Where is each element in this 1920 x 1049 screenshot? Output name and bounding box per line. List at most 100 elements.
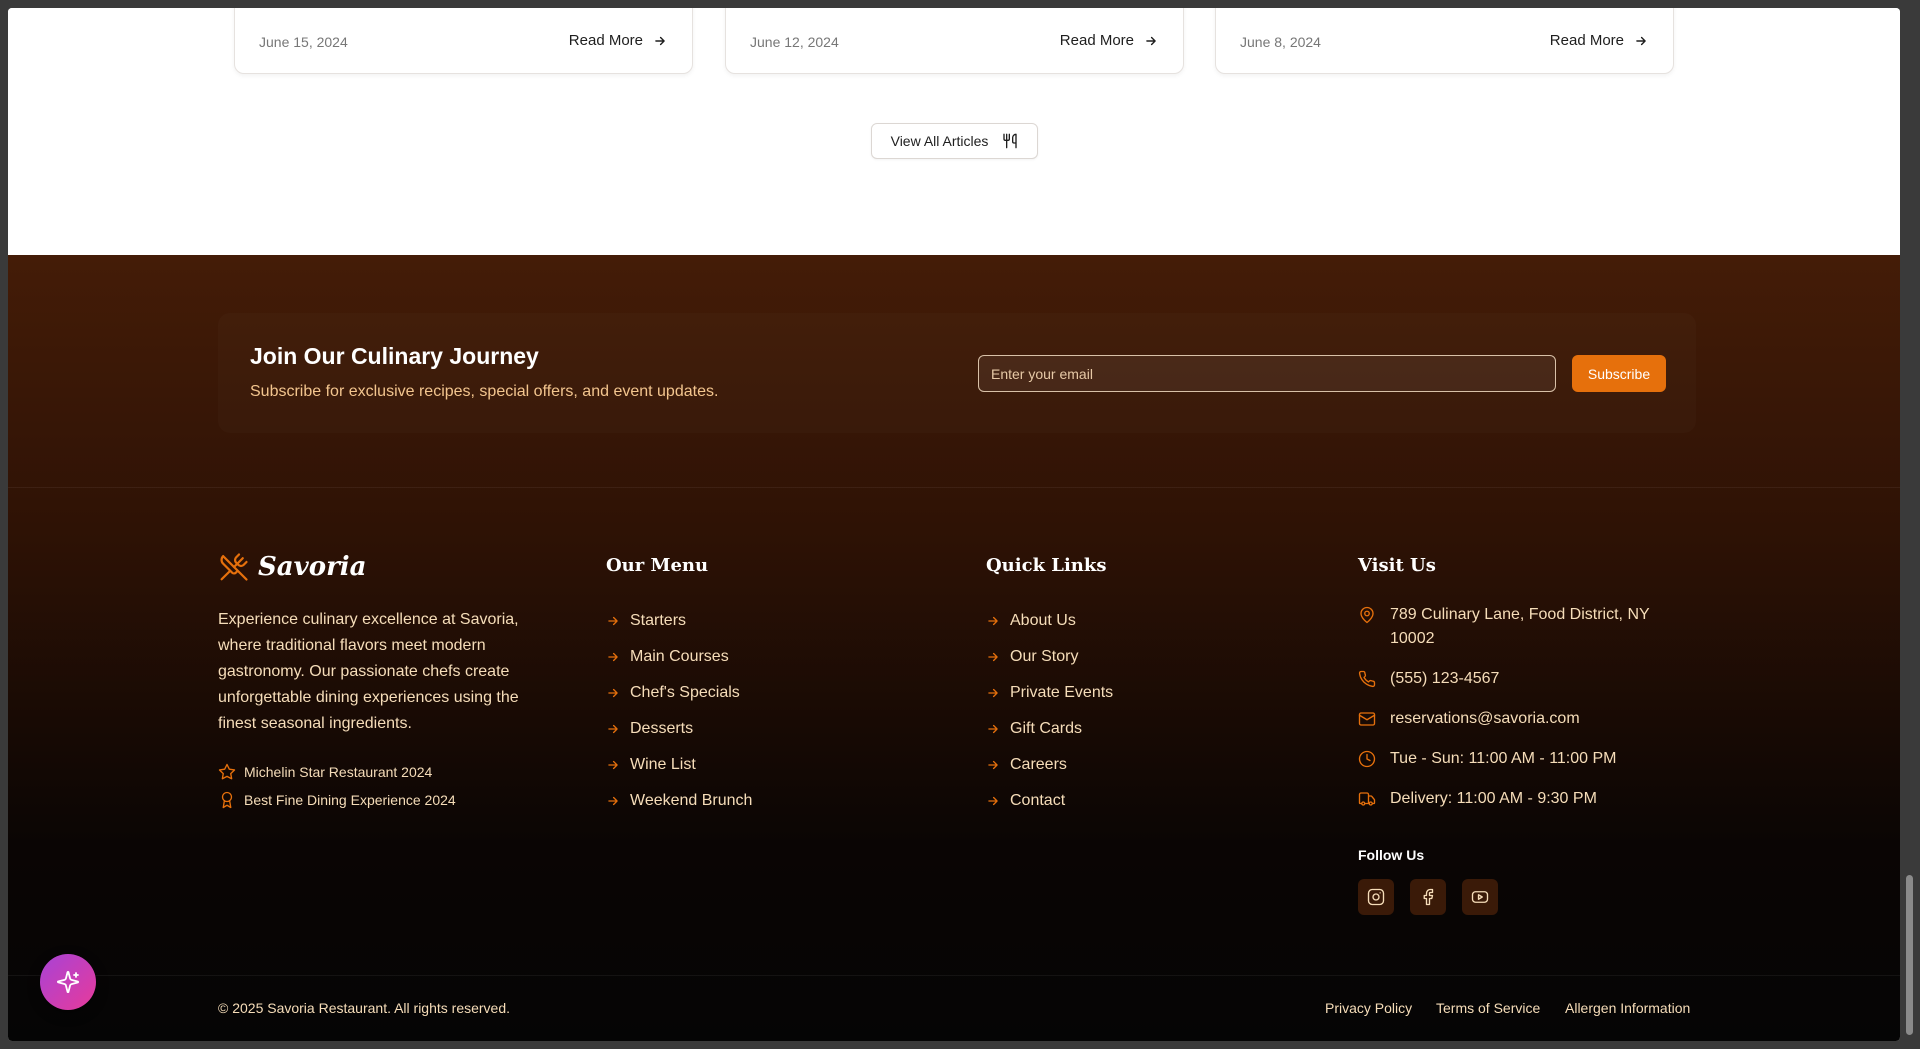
visit-column-title: Visit Us [1358,555,1436,576]
arrow-right-icon [608,796,618,806]
read-more-label: Read More [568,32,643,49]
privacy-policy-link[interactable]: Privacy Policy [1325,1000,1412,1016]
article-date: June 8, 2024 [1240,34,1321,50]
allergen-information-link[interactable]: Allergen Information [1565,1000,1690,1016]
award-item: Michelin Star Restaurant 2024 [218,763,432,781]
contact-hours: Tue - Sun: 11:00 AM - 11:00 PM [1358,747,1668,771]
mail-icon [1358,712,1376,726]
footer-logo[interactable]: Savoria [218,552,367,582]
article-date: June 15, 2024 [259,34,348,50]
instagram-button[interactable] [1358,879,1394,915]
arrow-right-icon [988,760,998,770]
article-date: June 12, 2024 [750,34,839,50]
arrow-right-icon [1146,36,1156,45]
read-more-link[interactable]: Read More [569,32,667,49]
arrow-right-icon [988,616,998,626]
hours-text: Tue - Sun: 11:00 AM - 11:00 PM [1390,750,1617,767]
link-label: Careers [1010,756,1067,773]
brand-description: Experience culinary excellence at Savori… [218,611,519,732]
phone-icon [1358,670,1376,688]
phone-text: (555) 123-4567 [1390,670,1500,687]
newsletter-email-input[interactable] [978,355,1556,392]
menu-link-weekend-brunch[interactable]: Weekend Brunch [606,783,752,819]
footer-bottom-divider [8,975,1900,976]
link-label: Wine List [630,756,696,773]
contact-email[interactable]: reservations@savoria.com [1358,707,1668,731]
truck-icon [1358,792,1376,806]
articles-section: June 15, 2024 Read More June 12, 2024 Re… [8,8,1900,255]
link-label: Our Story [1010,648,1079,665]
menu-link-wine-list[interactable]: Wine List [606,747,752,783]
scrollbar-thumb[interactable] [1906,875,1913,1035]
facebook-icon [1423,888,1434,906]
arrow-right-icon [608,688,618,698]
link-label: Weekend Brunch [630,792,753,809]
link-label: Private Events [1010,684,1114,701]
award-icon [221,791,233,809]
crossed-utensils-icon [220,553,248,581]
quick-link-about-us[interactable]: About Us [986,603,1113,639]
article-card[interactable]: June 8, 2024 Read More [1215,8,1674,74]
quick-link-gift-cards[interactable]: Gift Cards [986,711,1113,747]
map-pin-icon [1360,606,1374,624]
address-text: 789 Culinary Lane, Food District, NY 100… [1390,606,1650,647]
youtube-icon [1471,891,1489,903]
quick-link-our-story[interactable]: Our Story [986,639,1113,675]
award-label: Michelin Star Restaurant 2024 [244,764,433,780]
newsletter-title: Join Our Culinary Journey [250,343,539,369]
page-scrollbar[interactable] [1900,0,1920,1049]
article-card[interactable]: June 15, 2024 Read More [234,8,693,74]
link-label: Starters [630,612,687,629]
read-more-label: Read More [1549,32,1624,49]
newsletter-panel: Join Our Culinary Journey Subscribe for … [218,313,1696,433]
quick-link-contact[interactable]: Contact [986,783,1113,819]
facebook-button[interactable] [1410,879,1446,915]
read-more-link[interactable]: Read More [1060,32,1158,49]
instagram-icon [1367,888,1385,906]
ai-assistant-button[interactable] [40,954,96,1010]
browser-viewport: June 15, 2024 Read More June 12, 2024 Re… [8,8,1900,1041]
utensils-icon [1003,133,1018,149]
arrow-right-icon [655,36,665,45]
clock-icon [1358,750,1376,768]
subscribe-button[interactable]: Subscribe [1572,355,1666,392]
link-label: Main Courses [630,648,729,665]
quick-links: About Us Our Story Private Events Gift C… [986,603,1113,819]
menu-link-desserts[interactable]: Desserts [606,711,752,747]
view-all-articles-button[interactable]: View All Articles [871,123,1038,159]
quick-links-column-title: Quick Links [986,555,1107,576]
link-label: Chef's Specials [630,684,740,701]
follow-us-label: Follow Us [1358,847,1425,863]
contact-phone[interactable]: (555) 123-4567 [1358,667,1668,691]
link-label: About Us [1010,612,1076,629]
arrow-right-icon [608,724,618,734]
award-label: Best Fine Dining Experience 2024 [244,792,456,808]
menu-column-title: Our Menu [606,555,709,576]
copyright-text: © 2025 Savoria Restaurant. All rights re… [218,1000,511,1016]
menu-link-main-courses[interactable]: Main Courses [606,639,752,675]
read-more-link[interactable]: Read More [1550,32,1648,49]
arrow-right-icon [1636,36,1646,45]
arrow-right-icon [608,760,618,770]
menu-link-chefs-specials[interactable]: Chef's Specials [606,675,752,711]
footer-divider [8,487,1900,488]
email-text: reservations@savoria.com [1390,710,1580,727]
delivery-text: Delivery: 11:00 AM - 9:30 PM [1390,790,1597,807]
link-label: Desserts [630,720,694,737]
menu-link-starters[interactable]: Starters [606,603,752,639]
arrow-right-icon [608,652,618,662]
article-card[interactable]: June 12, 2024 Read More [725,8,1184,74]
arrow-right-icon [988,652,998,662]
arrow-right-icon [988,688,998,698]
quick-link-private-events[interactable]: Private Events [986,675,1113,711]
arrow-right-icon [988,796,998,806]
youtube-button[interactable] [1462,879,1498,915]
site-footer: Join Our Culinary Journey Subscribe for … [8,255,1900,1041]
view-all-label: View All Articles [890,133,989,149]
star-icon [218,763,236,780]
quick-link-careers[interactable]: Careers [986,747,1113,783]
arrow-right-icon [608,616,618,626]
terms-of-service-link[interactable]: Terms of Service [1436,1000,1540,1016]
contact-address: 789 Culinary Lane, Food District, NY 100… [1358,603,1668,651]
read-more-label: Read More [1059,32,1134,49]
